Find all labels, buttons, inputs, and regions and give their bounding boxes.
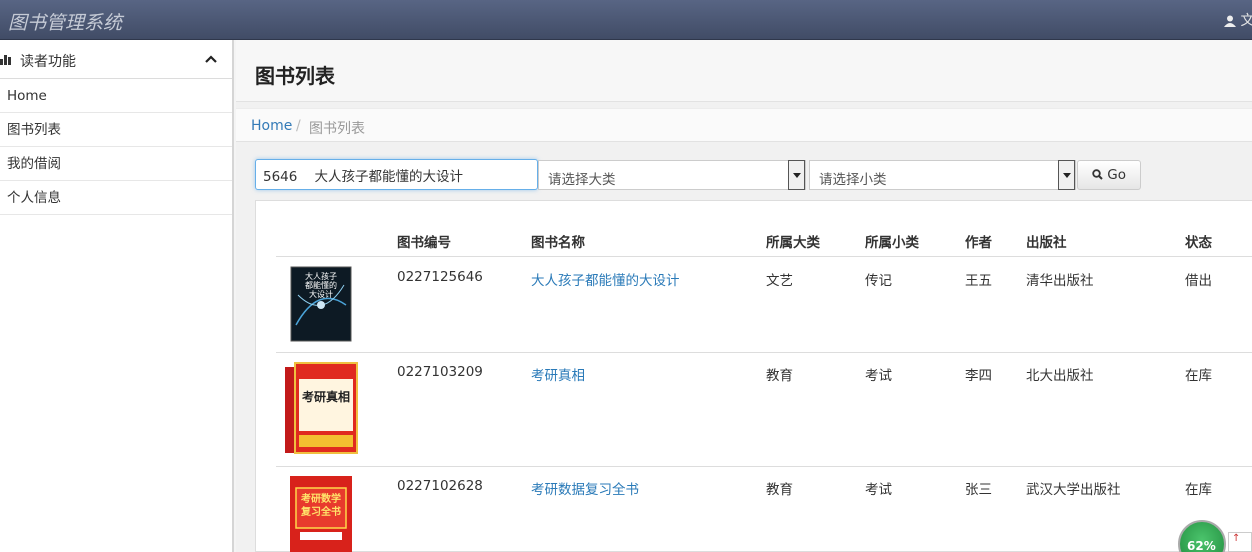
- table-divider: [276, 466, 1252, 467]
- book-category: 教育: [766, 368, 793, 384]
- column-header-status: 状态: [1185, 235, 1212, 251]
- sidebar: 读者功能 Home 图书列表 我的借阅 个人信息: [0, 40, 234, 552]
- dashboard-icon: [0, 55, 11, 65]
- column-header-author: 作者: [965, 235, 992, 251]
- chevron-up-icon[interactable]: [205, 55, 217, 63]
- breadcrumb-current: 图书列表: [309, 121, 365, 137]
- book-id: 0227125646: [397, 269, 483, 285]
- user-menu[interactable]: 文: [1224, 10, 1252, 30]
- svg-text:考研真相: 考研真相: [302, 389, 350, 404]
- book-cover-image[interactable]: 大人孩子 都能懂的 大设计: [288, 265, 354, 343]
- top-navbar: 图书管理系统 文: [0, 0, 1252, 40]
- sidebar-item-profile[interactable]: 个人信息: [0, 181, 232, 215]
- go-button[interactable]: Go: [1077, 160, 1141, 190]
- book-subcategory: 传记: [865, 273, 892, 289]
- app-title: 图书管理系统: [8, 12, 123, 34]
- book-id: 0227103209: [397, 364, 483, 380]
- book-status: 在库: [1185, 368, 1212, 384]
- column-header-name: 图书名称: [531, 235, 585, 251]
- arrow-up-icon[interactable]: ↑: [1228, 532, 1252, 552]
- progress-value: 62%: [1187, 539, 1216, 552]
- svg-text:复习全书: 复习全书: [300, 505, 341, 518]
- user-icon: [1224, 15, 1236, 27]
- table-divider: [276, 352, 1252, 353]
- book-author: 李四: [965, 368, 992, 384]
- category-select[interactable]: 请选择大类: [538, 160, 806, 190]
- book-subcategory: 考试: [865, 482, 892, 498]
- book-category: 教育: [766, 482, 793, 498]
- book-cover-image[interactable]: 考研真相: [283, 361, 363, 457]
- book-cover-image[interactable]: 考研数学 复习全书: [288, 474, 356, 552]
- book-table: 图书编号 图书名称 所属大类 所属小类 作者 出版社 状态 大人孩子 都能懂的 …: [255, 200, 1252, 552]
- column-header-category: 所属大类: [766, 235, 820, 251]
- breadcrumb-separator: /: [296, 118, 301, 134]
- book-publisher: 清华出版社: [1026, 273, 1094, 289]
- svg-text:考研数学: 考研数学: [301, 492, 341, 505]
- column-header-subcategory: 所属小类: [865, 235, 919, 251]
- search-input[interactable]: [255, 159, 538, 190]
- subcategory-select[interactable]: 请选择小类: [809, 160, 1076, 190]
- user-name: 文: [1240, 13, 1252, 29]
- book-author: 张三: [965, 482, 992, 498]
- sidebar-section-label: 读者功能: [20, 54, 76, 70]
- subcategory-select-value: 请选择小类: [819, 172, 887, 188]
- svg-text:大人孩子: 大人孩子: [305, 271, 337, 281]
- go-button-label: Go: [1107, 167, 1127, 183]
- sidebar-item-home[interactable]: Home: [0, 79, 232, 113]
- page-title: 图书列表: [255, 64, 335, 88]
- subcategory-dropdown-arrow-icon[interactable]: [1058, 160, 1075, 190]
- table-divider: [276, 256, 1252, 257]
- book-status: 在库: [1185, 482, 1212, 498]
- breadcrumb-home-link[interactable]: Home: [251, 118, 292, 134]
- book-id: 0227102628: [397, 478, 483, 494]
- book-name-link[interactable]: 考研数据复习全书: [531, 478, 639, 498]
- book-subcategory: 考试: [865, 368, 892, 384]
- page-header: 图书列表: [236, 40, 1252, 102]
- svg-text:大设计: 大设计: [309, 289, 333, 299]
- book-name-link[interactable]: 考研真相: [531, 364, 585, 384]
- category-select-value: 请选择大类: [548, 172, 616, 188]
- sidebar-item-book-list[interactable]: 图书列表: [0, 113, 232, 147]
- svg-text:都能懂的: 都能懂的: [305, 280, 337, 290]
- breadcrumb: Home / 图书列表: [236, 108, 1252, 142]
- book-status: 借出: [1185, 273, 1212, 289]
- book-category: 文艺: [766, 273, 793, 289]
- book-author: 王五: [965, 273, 992, 289]
- book-publisher: 武汉大学出版社: [1026, 482, 1121, 498]
- sidebar-section-reader[interactable]: 读者功能: [0, 40, 232, 79]
- book-name-link[interactable]: 大人孩子都能懂的大设计: [531, 269, 680, 289]
- search-icon: [1092, 169, 1103, 180]
- book-publisher: 北大出版社: [1026, 368, 1094, 384]
- category-dropdown-arrow-icon[interactable]: [788, 160, 805, 190]
- column-header-publisher: 出版社: [1026, 235, 1067, 251]
- column-header-id: 图书编号: [397, 235, 451, 251]
- main-content: 图书列表 Home / 图书列表 请选择大类 请选择小类 Go 图书编号 图书名…: [236, 40, 1252, 552]
- sidebar-item-my-borrows[interactable]: 我的借阅: [0, 147, 232, 181]
